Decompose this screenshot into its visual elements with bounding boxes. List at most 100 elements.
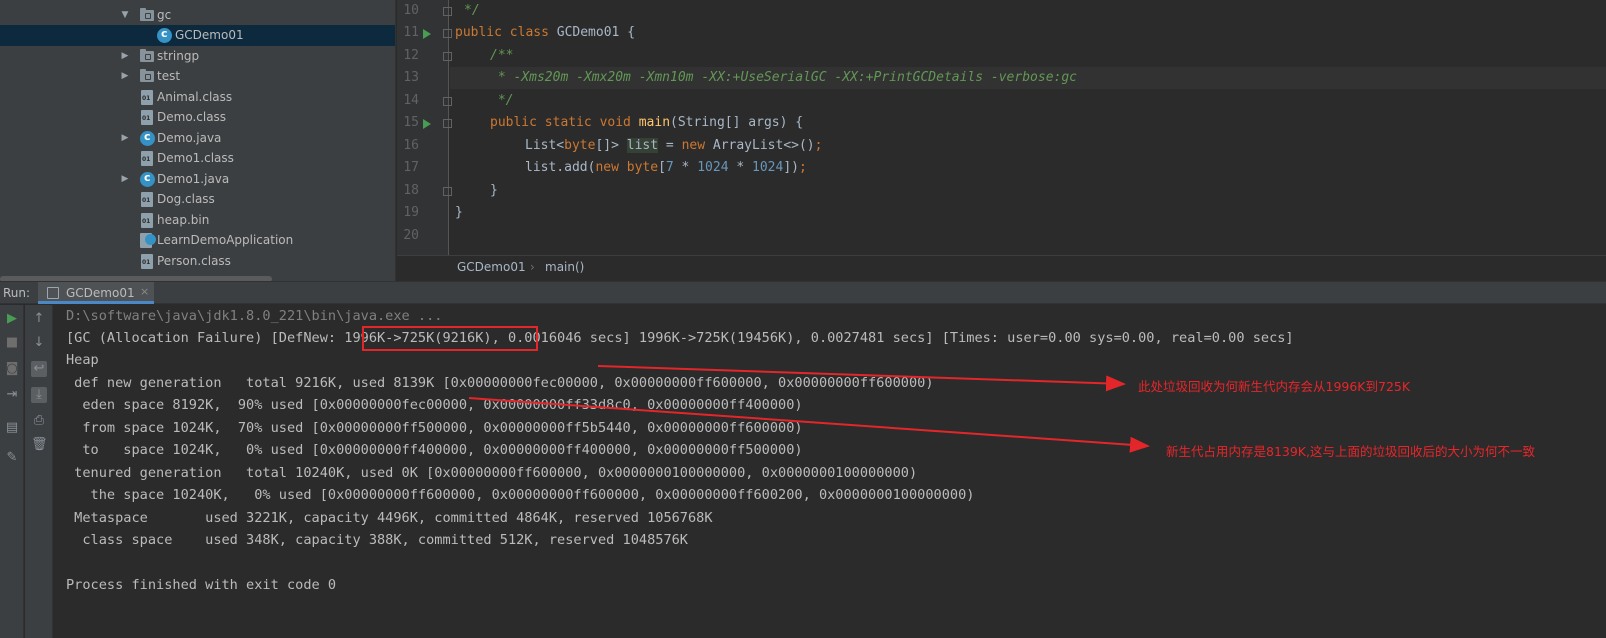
active-tab-indicator <box>38 301 154 304</box>
code-line-16: List<byte[]> list = new ArrayList<>(); <box>525 135 822 157</box>
rerun-icon[interactable]: ▶ <box>4 311 20 327</box>
java-class-icon <box>157 27 172 43</box>
run-gutter-icon[interactable] <box>423 29 431 39</box>
console-line: the space 10240K, 0% used [0x00000000ff6… <box>66 487 975 503</box>
layout-icon[interactable]: ▤ <box>4 420 20 436</box>
fold-marker-icon[interactable] <box>443 97 452 106</box>
code-keyword: byte <box>564 138 596 153</box>
fold-marker-icon[interactable] <box>443 52 452 61</box>
down-arrow-icon[interactable]: ↓ <box>31 335 47 351</box>
run-gutter-icon[interactable] <box>423 119 431 129</box>
trash-icon[interactable]: 🗑 <box>31 437 48 453</box>
tree-item-label: Animal.class <box>157 90 233 104</box>
tree-item-gc[interactable]: ▼ gc <box>0 5 395 26</box>
stop-icon[interactable]: ■ <box>4 335 20 351</box>
binary-file-icon <box>141 213 153 228</box>
tree-item-animal-class[interactable]: Animal.class <box>0 87 395 108</box>
code-line-17: list.add(new byte[7 * 1024 * 1024]); <box>525 157 807 179</box>
console-command-line[interactable]: D:\software\java\jdk1.8.0_221\bin\java.e… <box>66 305 442 327</box>
code-keyword: public static void <box>490 115 639 130</box>
code-comment: */ <box>464 3 480 18</box>
editor-breadcrumbs: GCDemo01 › main() <box>397 255 1606 277</box>
code-line-14: */ <box>490 90 514 112</box>
tree-item-label: Person.class <box>157 254 231 268</box>
tree-item-demo-java[interactable]: ▶ Demo.java <box>0 128 395 149</box>
tree-item-demo1-class[interactable]: Demo1.class <box>0 148 395 169</box>
code-line-18: } <box>490 180 498 202</box>
line-number: 14 <box>403 93 419 108</box>
camera-icon[interactable]: ◙ <box>4 361 20 377</box>
line-number: 18 <box>403 183 419 198</box>
tree-item-label: test <box>157 69 181 83</box>
code-keyword: new byte <box>595 160 659 175</box>
run-tab-label: GCDemo01 <box>66 286 135 300</box>
collapse-arrow-icon[interactable]: ▶ <box>120 50 130 62</box>
run-toolbar-left: ▶ ■ ◙ ⇥ ▤ ✎ <box>0 305 24 638</box>
console-line: Heap <box>66 352 99 368</box>
tree-item-demo-class[interactable]: Demo.class <box>0 107 395 128</box>
code-editor[interactable]: 10 11 12 13 14 15 16 17 18 19 20 */ publ… <box>397 0 1606 255</box>
tree-item-gcdemo01[interactable]: GCDemo01 <box>0 25 395 46</box>
code-line-15: public static void main(String[] args) { <box>490 112 803 134</box>
collapse-arrow-icon[interactable]: ▶ <box>120 70 130 82</box>
code-number: 7 <box>665 160 674 175</box>
code-text: } <box>490 183 498 198</box>
breadcrumb-method[interactable]: main() <box>545 260 584 274</box>
pin-icon[interactable]: ✎ <box>4 450 20 466</box>
code-text: * <box>728 160 753 175</box>
tree-item-person-class[interactable]: Person.class <box>0 251 395 272</box>
print-icon[interactable]: ⎙ <box>31 413 47 429</box>
fold-marker-icon[interactable] <box>443 119 452 128</box>
folder-icon <box>140 69 154 82</box>
spring-app-icon <box>140 233 156 248</box>
tree-item-dog-class[interactable]: Dog.class <box>0 189 395 210</box>
breadcrumb-class[interactable]: GCDemo01 <box>457 260 526 274</box>
collapse-arrow-icon[interactable]: ▶ <box>120 132 130 144</box>
class-file-icon <box>141 90 153 105</box>
code-text: [ <box>658 160 666 175</box>
class-file-icon <box>141 151 153 166</box>
code-number: 1024 <box>752 160 784 175</box>
code-text: } <box>455 205 463 220</box>
project-tree: ▼ gc GCDemo01 ▶ stringp ▶ test Animal.cl… <box>0 0 396 285</box>
tree-item-learndemoapplication[interactable]: LearnDemoApplication <box>0 230 395 251</box>
fold-marker-icon[interactable] <box>443 29 452 38</box>
code-line-10: */ <box>464 0 480 22</box>
up-arrow-icon[interactable]: ↑ <box>31 311 47 327</box>
code-keyword: public class <box>455 25 557 40</box>
code-comment: /** <box>490 48 514 63</box>
tree-item-label: stringp <box>157 49 200 63</box>
java-file-icon <box>140 171 155 187</box>
close-icon[interactable]: × <box>140 285 149 298</box>
tree-item-stringp[interactable]: ▶ stringp <box>0 46 395 67</box>
code-text: []> <box>595 138 627 153</box>
console-line: eden space 8192K, 90% used [0x00000000fe… <box>66 397 803 413</box>
tree-item-demo1-java[interactable]: ▶ Demo1.java <box>0 169 395 190</box>
code-method-name: main <box>638 115 671 130</box>
folder-icon <box>140 8 154 21</box>
tree-item-label: Demo1.class <box>157 151 234 165</box>
code-line-19: } <box>455 202 463 224</box>
code-text: GCDemo01 { <box>556 25 636 40</box>
code-text: (String[] args) { <box>670 115 804 130</box>
code-text: List< <box>525 138 565 153</box>
annotation-note-2: 新生代占用内存是8139K,这与上面的垃圾回收后的大小为何不一致 <box>1166 444 1535 459</box>
line-number: 12 <box>403 48 419 63</box>
fold-marker-icon[interactable] <box>443 7 452 16</box>
collapse-arrow-icon[interactable]: ▶ <box>120 173 130 185</box>
line-number: 19 <box>403 205 419 220</box>
console-line: class space used 348K, capacity 388K, co… <box>66 532 688 548</box>
tree-item-label: gc <box>157 8 172 22</box>
tree-item-heap-bin[interactable]: heap.bin <box>0 210 395 231</box>
code-text: * <box>673 160 698 175</box>
line-number: 15 <box>403 115 419 130</box>
tree-item-label: Demo.class <box>157 110 227 124</box>
tree-item-test[interactable]: ▶ test <box>0 66 395 87</box>
exit-icon[interactable]: ⇥ <box>4 387 20 403</box>
fold-marker-icon[interactable] <box>443 187 452 196</box>
scroll-to-end-icon[interactable]: ⤓ <box>31 387 47 403</box>
soft-wrap-icon[interactable]: ↩ <box>31 361 47 377</box>
console-output[interactable]: D:\software\java\jdk1.8.0_221\bin\java.e… <box>54 305 1606 638</box>
highlighted-variable: list <box>626 138 659 153</box>
expand-arrow-icon[interactable]: ▼ <box>120 9 130 21</box>
